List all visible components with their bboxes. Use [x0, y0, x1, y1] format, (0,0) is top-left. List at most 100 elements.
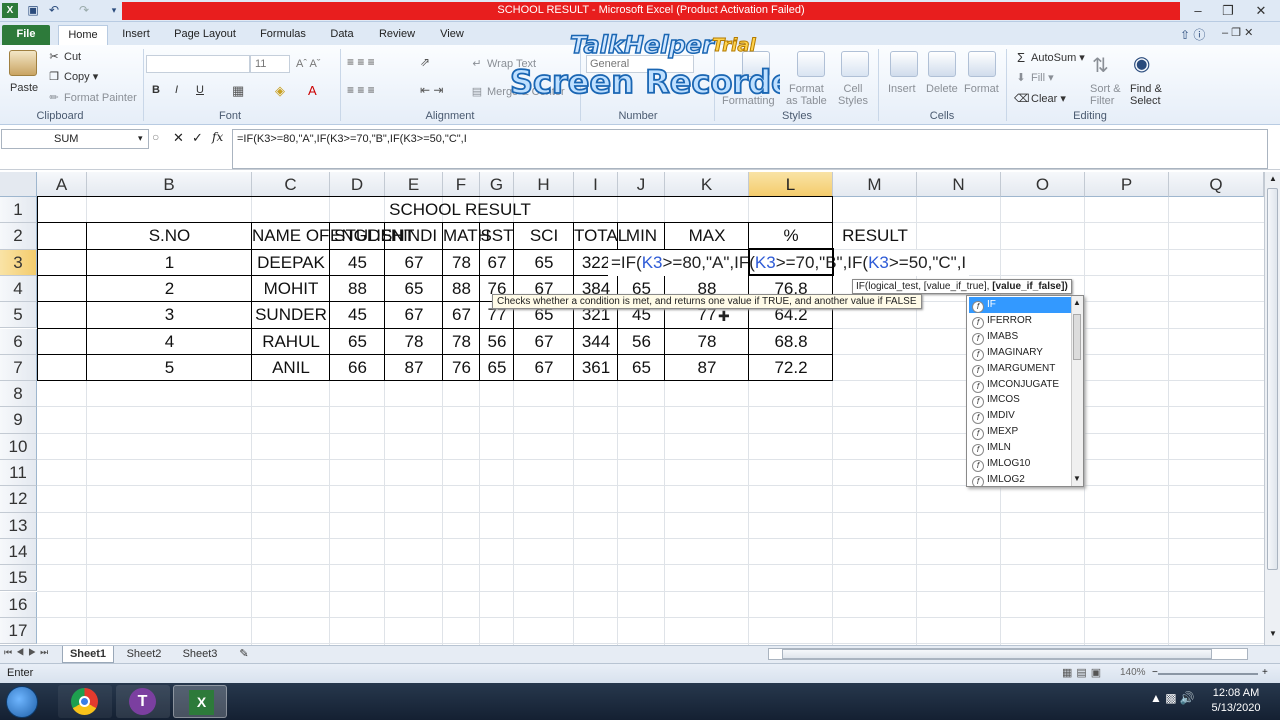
header-cell[interactable]: % [749, 223, 833, 249]
talkhelper-taskbar-icon[interactable]: T [116, 685, 170, 718]
zoom-slider[interactable] [1158, 673, 1258, 675]
autocomplete-list[interactable]: ▲ ▼ f IF f IFERROR f IMABS f IMAGINARY f IMARGUME… [966, 295, 1084, 487]
zoom-out-icon[interactable]: − [1152, 667, 1158, 678]
column-header-j[interactable]: J [618, 172, 665, 197]
close-button[interactable]: ✕ [1243, 1, 1279, 20]
row-header-7[interactable]: 7 [0, 354, 37, 382]
start-button-icon[interactable] [6, 686, 38, 718]
tray-icons[interactable]: ▲ ▩ 🔊 [1150, 691, 1195, 705]
format-as-table-button[interactable]: Format as Table [786, 83, 827, 107]
column-header-c[interactable]: C [252, 172, 330, 197]
column-header-q[interactable]: Q [1169, 172, 1264, 197]
new-sheet-icon[interactable]: ✎ [232, 646, 256, 663]
data-cell[interactable]: 67 [443, 302, 480, 328]
scroll-down-icon[interactable]: ▼ [1071, 472, 1083, 486]
row-header-13[interactable]: 13 [0, 512, 37, 539]
help-icon[interactable]: ⇧ ⓘ [1180, 26, 1205, 43]
column-header-p[interactable]: P [1085, 172, 1169, 197]
data-cell[interactable]: 66 [330, 355, 385, 381]
delete-cells-icon[interactable] [928, 51, 956, 77]
header-cell[interactable]: MIN [618, 223, 665, 249]
sheet-nav-icons[interactable]: ⏮◀▶⏭ [4, 647, 52, 658]
row-header-1[interactable]: 1 [0, 197, 37, 224]
vertical-scroll-thumb[interactable] [1267, 188, 1278, 570]
data-cell[interactable]: 67 [385, 250, 443, 276]
data-cell[interactable]: 65 [480, 355, 514, 381]
row-header-8[interactable]: 8 [0, 381, 37, 408]
tab-insert[interactable]: Insert [114, 25, 158, 45]
column-header-i[interactable]: I [574, 172, 618, 197]
insert-cells-button[interactable]: Insert [888, 83, 916, 95]
data-cell[interactable]: 56 [480, 329, 514, 355]
bold-button[interactable]: B [152, 84, 160, 96]
select-all-corner[interactable] [0, 172, 37, 197]
data-cell[interactable]: 78 [385, 329, 443, 355]
italic-button[interactable]: I [175, 84, 178, 96]
column-header-d[interactable]: D [330, 172, 385, 197]
cancel-icon[interactable]: ✕ [173, 130, 184, 146]
row-header-6[interactable]: 6 [0, 328, 37, 355]
tab-home[interactable]: Home [58, 25, 108, 45]
data-cell[interactable]: 67 [480, 250, 514, 276]
font-color-icon[interactable]: A [308, 83, 317, 98]
data-cell[interactable]: 65 [385, 276, 443, 302]
conditional-formatting-icon[interactable] [742, 51, 770, 77]
data-cell[interactable]: ANIL [252, 355, 330, 381]
fill-color-icon[interactable]: ◈ [275, 83, 285, 99]
ribbon-window-controls[interactable]: – ❐ ✕ [1222, 26, 1253, 39]
row-header-10[interactable]: 10 [0, 433, 37, 460]
vertical-scrollbar[interactable]: ▲ ▼ [1264, 172, 1280, 645]
row-header-12[interactable]: 12 [0, 486, 37, 513]
delete-cells-button[interactable]: Delete [926, 83, 958, 95]
worksheet-grid[interactable]: ABCDEFGHIJKLMNOPQ 1 2 3 4 5 6 7 8 9 10 11 12 13 14 15 1… [0, 172, 1264, 645]
data-cell[interactable]: 68.8 [749, 329, 833, 355]
data-cell[interactable]: 88 [330, 276, 385, 302]
data-cell[interactable]: 88 [443, 276, 480, 302]
data-cell[interactable]: 45 [330, 250, 385, 276]
sheet-tab-sheet2[interactable]: Sheet2 [118, 646, 170, 663]
column-header-n[interactable]: N [917, 172, 1001, 197]
autocomplete-item[interactable]: f IF [969, 297, 1071, 313]
tab-formulas[interactable]: Formulas [252, 25, 314, 45]
zoom-in-icon[interactable]: + [1262, 667, 1268, 678]
restore-button[interactable]: ❐ [1213, 1, 1243, 20]
header-cell[interactable]: MAX [665, 223, 749, 249]
conditional-formatting-button[interactable]: Formatting [722, 95, 775, 107]
minimize-button[interactable]: – [1183, 1, 1213, 20]
number-format-combo[interactable]: General [586, 55, 694, 73]
paste-button[interactable]: Paste [10, 82, 38, 94]
autocomplete-item[interactable]: f IMCONJUGATE [969, 377, 1071, 393]
fill-button[interactable]: ⬇ Fill ▾ [1014, 71, 1053, 85]
column-header-g[interactable]: G [480, 172, 514, 197]
column-header-e[interactable]: E [385, 172, 443, 197]
insert-function-icon[interactable]: fx [212, 130, 223, 144]
enter-icon[interactable]: ✓ [192, 130, 203, 146]
underline-button[interactable]: U [196, 84, 204, 96]
row-header-11[interactable]: 11 [0, 460, 37, 487]
autocomplete-item[interactable]: f IMABS [969, 329, 1071, 345]
orientation-icon[interactable]: ⇗ [420, 55, 430, 69]
data-cell[interactable]: 78 [665, 329, 749, 355]
cell-styles-icon[interactable] [841, 51, 869, 77]
header-cell[interactable]: ENGLISH [330, 223, 405, 249]
autocomplete-item[interactable]: f IMEXP [969, 424, 1071, 441]
data-cell[interactable]: DEEPAK [252, 250, 330, 276]
scroll-down-icon[interactable]: ▼ [1266, 627, 1280, 641]
scroll-up-icon[interactable]: ▲ [1266, 172, 1280, 186]
format-cells-button[interactable]: Format [964, 83, 999, 95]
insert-cells-icon[interactable] [890, 51, 918, 77]
data-cell[interactable]: 65 [618, 355, 665, 381]
data-cell[interactable]: 45 [330, 302, 385, 328]
format-as-table-icon[interactable] [797, 51, 825, 77]
cell-styles-button[interactable]: Cell Styles [838, 83, 868, 107]
tab-review[interactable]: Review [372, 25, 422, 45]
wrap-text-button[interactable]: ↵ Wrap Text [470, 57, 536, 71]
data-cell[interactable]: 78 [443, 329, 480, 355]
zoom-level[interactable]: 140% [1120, 667, 1146, 678]
row-header-2[interactable]: 2 [0, 223, 37, 250]
column-header-o[interactable]: O [1001, 172, 1085, 197]
column-header-a[interactable]: A [37, 172, 87, 197]
copy-button[interactable]: ❐ Copy ▾ [47, 70, 98, 84]
column-header-m[interactable]: M [833, 172, 917, 197]
autocomplete-item[interactable]: f IMLOG2 [969, 472, 1071, 486]
